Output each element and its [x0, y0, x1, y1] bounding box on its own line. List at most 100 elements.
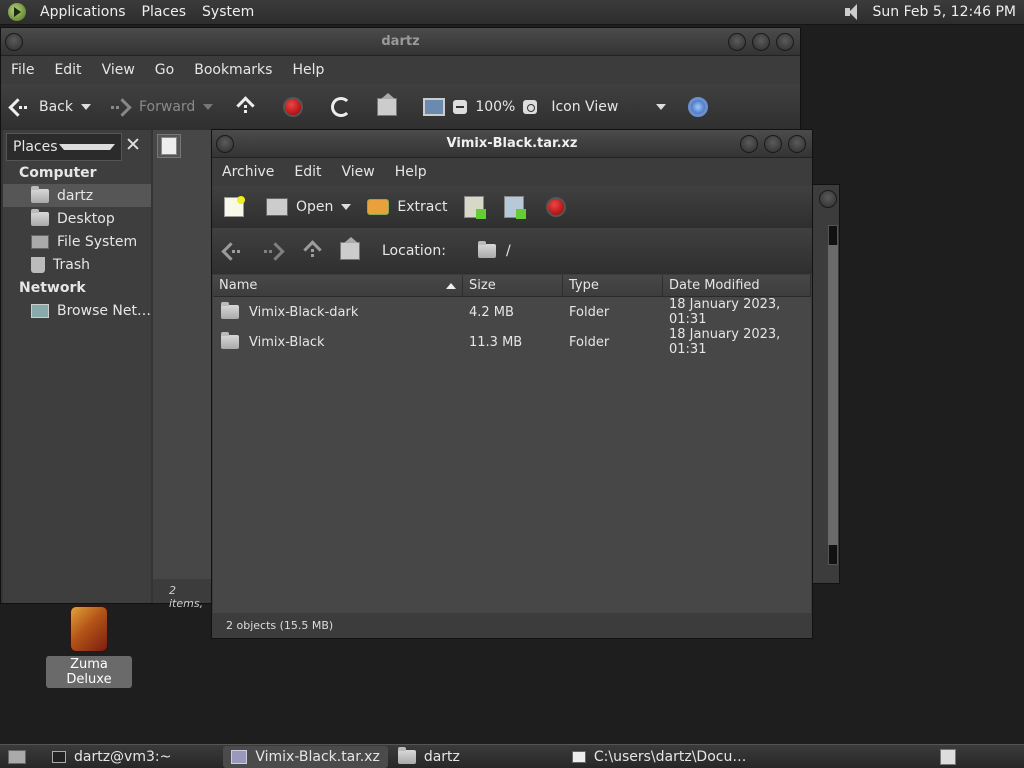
reload-icon: [331, 97, 352, 117]
bottom-panel: dartz@vm3:~ Vimix-Black.tar.xz dartz C:\…: [0, 744, 1024, 768]
places-menu[interactable]: Places: [134, 4, 195, 20]
add-folder-button[interactable]: [496, 196, 532, 219]
up-button[interactable]: [227, 97, 263, 117]
volume-icon[interactable]: [843, 3, 863, 21]
network-icon: [31, 303, 49, 318]
location-label: Location:: [382, 243, 446, 259]
sidebar-item-dartz[interactable]: dartz: [3, 184, 151, 207]
menu-archive[interactable]: Archive: [212, 164, 284, 180]
open-button[interactable]: Open: [258, 198, 341, 216]
text-location-toggle[interactable]: [157, 134, 181, 158]
location-field[interactable]: /: [477, 241, 511, 259]
stop-button[interactable]: [538, 197, 574, 217]
row-type: Folder: [569, 334, 610, 350]
sidebar-item-desktop[interactable]: Desktop: [3, 207, 151, 230]
extract-icon: [367, 199, 390, 215]
close-button[interactable]: [788, 135, 806, 153]
computer-button[interactable]: [415, 98, 453, 116]
system-menu[interactable]: System: [194, 4, 262, 20]
window-menu-button[interactable]: [5, 33, 23, 51]
close-button[interactable]: [776, 33, 794, 51]
column-date-modified[interactable]: Date Modified: [663, 275, 811, 296]
search-button[interactable]: [680, 97, 716, 117]
zoom-in-icon[interactable]: [523, 100, 538, 114]
gnome-foot-icon[interactable]: [8, 3, 26, 21]
column-size[interactable]: Size: [463, 275, 563, 296]
chevron-down-icon: [59, 144, 115, 150]
menu-edit[interactable]: Edit: [284, 164, 331, 180]
zoom-out-icon[interactable]: [453, 100, 468, 114]
stop-button[interactable]: [275, 97, 311, 117]
file-list: Name Size Type Date Modified Vimix-Black…: [213, 275, 811, 613]
sidebar-item-trash[interactable]: Trash: [3, 253, 151, 276]
view-mode-select[interactable]: Icon View: [543, 99, 626, 115]
window-button[interactable]: [819, 190, 837, 208]
menu-go[interactable]: Go: [145, 62, 184, 78]
view-mode-dropdown[interactable]: [656, 104, 667, 110]
menu-view[interactable]: View: [92, 62, 145, 78]
sidebar-item-file-system[interactable]: File System: [3, 230, 151, 253]
window-menu-button[interactable]: [216, 135, 234, 153]
forward-history-dropdown[interactable]: [203, 104, 214, 110]
sort-ascending-icon: [446, 282, 456, 289]
home-button[interactable]: [369, 93, 405, 116]
new-archive-icon: [224, 196, 245, 217]
scrollbar-thumb[interactable]: [828, 245, 838, 545]
forward-arrow-icon[interactable]: [262, 241, 284, 261]
sidebar-section-computer: Computer: [19, 165, 97, 181]
menu-bookmarks[interactable]: Bookmarks: [184, 62, 282, 78]
menu-view[interactable]: View: [332, 164, 385, 180]
task-dartz[interactable]: dartz: [390, 746, 468, 768]
task-archive[interactable]: Vimix-Black.tar.xz: [223, 745, 388, 768]
nautilus-menubar: File Edit View Go Bookmarks Help: [1, 56, 800, 84]
forward-button[interactable]: Forward: [101, 97, 203, 117]
workspace-icon: [940, 748, 956, 765]
up-arrow-icon[interactable]: [302, 241, 322, 261]
back-button[interactable]: Back: [1, 97, 81, 117]
close-icon[interactable]: [125, 136, 141, 152]
maximize-button[interactable]: [752, 33, 770, 51]
add-files-icon: [463, 196, 486, 219]
task-terminal[interactable]: dartz@vm3:~: [44, 746, 179, 768]
clock[interactable]: Sun Feb 5, 12:46 PM: [873, 4, 1016, 20]
table-row[interactable]: Vimix-Black-dark 4.2 MB Folder 18 Januar…: [213, 297, 811, 327]
row-date: 18 January 2023, 01:31: [669, 327, 781, 357]
stop-icon: [283, 97, 304, 117]
minimize-button[interactable]: [740, 135, 758, 153]
open-recent-dropdown[interactable]: [341, 204, 352, 210]
desktop-icon-label: Zuma Deluxe: [46, 656, 132, 688]
home-icon[interactable]: [340, 237, 360, 260]
computer-icon: [423, 98, 446, 116]
workspace-switcher[interactable]: [932, 746, 964, 768]
back-arrow-icon: [9, 97, 31, 117]
menu-file[interactable]: File: [1, 62, 44, 78]
nautilus-titlebar[interactable]: dartz: [1, 28, 800, 56]
desktop-icon-zuma[interactable]: Zuma Deluxe: [46, 606, 132, 688]
back-history-dropdown[interactable]: [81, 104, 91, 110]
add-files-button[interactable]: [456, 196, 492, 219]
table-row[interactable]: Vimix-Black 11.3 MB Folder 18 January 20…: [213, 327, 811, 357]
menu-edit[interactable]: Edit: [44, 62, 91, 78]
new-archive-button[interactable]: [216, 196, 252, 217]
applications-menu[interactable]: Applications: [32, 4, 134, 20]
minimize-button[interactable]: [728, 33, 746, 51]
row-name: Vimix-Black-dark: [249, 304, 359, 320]
zoom-level[interactable]: 100%: [467, 99, 523, 115]
sidebar-selector[interactable]: Places: [6, 133, 122, 161]
archive-titlebar[interactable]: Vimix-Black.tar.xz: [212, 130, 812, 158]
show-desktop-button[interactable]: [0, 746, 34, 768]
sidebar-item-browse-network[interactable]: Browse Net…: [3, 299, 151, 322]
stop-icon: [545, 197, 566, 217]
menu-help[interactable]: Help: [385, 164, 437, 180]
extract-button[interactable]: Extract: [359, 199, 455, 215]
column-name[interactable]: Name: [213, 275, 463, 296]
task-7zip[interactable]: C:\users\dartz\Docu…: [564, 746, 754, 768]
menu-help[interactable]: Help: [282, 62, 334, 78]
forward-arrow-icon: [109, 97, 131, 117]
background-window-edge: [812, 184, 840, 584]
sidebar-section-network: Network: [19, 280, 86, 296]
reload-button[interactable]: [323, 97, 359, 117]
maximize-button[interactable]: [764, 135, 782, 153]
column-type[interactable]: Type: [563, 275, 663, 296]
back-arrow-icon[interactable]: [222, 241, 244, 261]
